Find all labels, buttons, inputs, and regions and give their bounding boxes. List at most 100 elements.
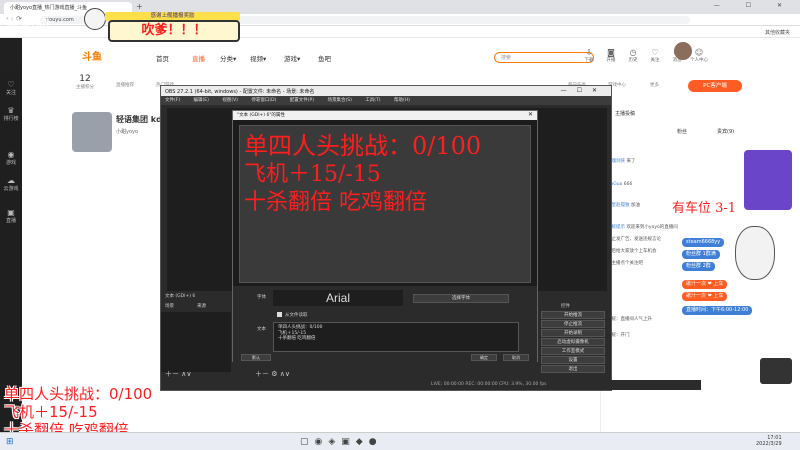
gamepad-icon: ◉ bbox=[7, 150, 15, 159]
taskbar-app-icons[interactable]: ▢◉◈▣◆● bbox=[300, 437, 383, 447]
ok-button[interactable]: 确定 bbox=[471, 354, 497, 361]
overlay-streamer-name: 宇甜甜 bbox=[6, 17, 51, 33]
obs-menu-help[interactable]: 帮助(H) bbox=[394, 98, 410, 103]
obs-titlebar[interactable]: OBS 27.2.1 (64-bit, windows) - 配置文件: 未命名… bbox=[161, 86, 611, 96]
obs-menu-edit[interactable]: 编辑(E) bbox=[194, 98, 209, 103]
cat-mascot-icon bbox=[84, 8, 106, 30]
obs-menubar: 文件(F) 编辑(E) 视图(V) 停靠窗口(D) 配置文件(P) 场景集合(S… bbox=[161, 96, 611, 105]
new-tab-button[interactable]: + bbox=[136, 2, 143, 11]
chat-message: 禁止发广告，发送违规言论 bbox=[607, 237, 661, 242]
overlay-tag: 粉丝群 1群满 bbox=[682, 250, 720, 259]
pc-client-button[interactable]: PC客户端 bbox=[688, 80, 742, 92]
streamer-name[interactable]: 小甜yoyo bbox=[116, 128, 138, 135]
nav-video[interactable]: 视频▾ bbox=[250, 53, 266, 63]
chat-message: 最后给大家放个上车机会 bbox=[607, 249, 657, 254]
chat-tab-submissions[interactable]: 主播投稿 bbox=[615, 110, 635, 117]
challenge-line-2: 飞机＋15/-15 bbox=[4, 403, 98, 421]
settings-button[interactable]: 设置 bbox=[541, 356, 605, 364]
trophy-icon: ♛ bbox=[7, 106, 15, 115]
text-input[interactable]: 单四人头挑战：0/100 飞机＋15/-15 十杀翻倍 吃鸡翻倍 bbox=[273, 322, 519, 352]
sidebar-item-games[interactable]: ◉ 游戏 bbox=[0, 150, 22, 166]
obs-menu-view[interactable]: 视图(V) bbox=[222, 98, 238, 103]
taskbar-clock[interactable]: 17:01 2022/3/29 bbox=[756, 435, 782, 447]
chat-tab-fans[interactable]: 粉丝 bbox=[677, 128, 687, 135]
camera-icon: ◙ bbox=[607, 48, 615, 57]
obs-menu-docks[interactable]: 停靠窗口(D) bbox=[251, 98, 276, 103]
stat-recommend[interactable]: 直播推荐 bbox=[116, 82, 134, 88]
header-follow[interactable]: ♡ 关注 bbox=[644, 48, 666, 64]
cloud-icon: ☁ bbox=[7, 176, 15, 185]
tv-icon: ▣ bbox=[7, 208, 15, 217]
header-history[interactable]: ◷ 历史 bbox=[622, 48, 644, 64]
windows-start-icon[interactable]: ⊞ bbox=[6, 437, 14, 447]
obs-statusbar: LIVE: 00:00:00 REC: 00:00:00 CPU: 3.9%, … bbox=[161, 380, 701, 390]
stop-stream-button[interactable]: 停止推流 bbox=[541, 320, 605, 328]
dialog-preview: 单四人头挑战：0/100 飞机＋15/-15 十杀翻倍 吃鸡翻倍 bbox=[239, 125, 531, 283]
nav-games[interactable]: 游戏▾ bbox=[284, 53, 300, 63]
sidebar-item-live[interactable]: ▣ 直播 bbox=[0, 208, 22, 224]
heart-icon: ♡ bbox=[7, 80, 15, 89]
overlay-tag: 歌汁一次 ❤ 上车 bbox=[682, 280, 728, 289]
exit-button[interactable]: 退出 bbox=[541, 365, 605, 373]
cat-mascot-icon bbox=[735, 226, 775, 280]
site-logo[interactable]: 斗鱼 bbox=[82, 48, 102, 63]
nav-home[interactable]: 首页 bbox=[156, 53, 169, 63]
stat-more[interactable]: 更多 bbox=[650, 82, 659, 88]
obs-source-add-remove[interactable]: ＋－ ⚙ ∧∨ bbox=[255, 369, 290, 379]
obs-scene-add-remove[interactable]: ＋－ ∧∨ bbox=[165, 369, 191, 379]
virtual-camera-button[interactable]: 启动虚拟摄像机 bbox=[541, 338, 605, 346]
choose-font-button[interactable]: 选择字体 bbox=[413, 294, 509, 303]
heart-icon: ♡ bbox=[651, 48, 659, 57]
header-start-live[interactable]: ◙ 开播 bbox=[600, 48, 622, 64]
promo-badge[interactable] bbox=[744, 150, 792, 210]
sidebar-item-follow[interactable]: ♡ 关注 bbox=[0, 80, 22, 96]
obs-menu-profile[interactable]: 配置文件(P) bbox=[290, 98, 314, 103]
start-stream-button[interactable]: 开始推流 bbox=[541, 311, 605, 319]
download-icon: ⇩ bbox=[585, 48, 593, 57]
obs-menu-file[interactable]: 文件(F) bbox=[165, 98, 180, 103]
overlay-tag: steam6668yy bbox=[682, 238, 725, 247]
dialog-properties: 字体 Arial 选择字体 从文件读取 文本 单四人头挑战：0/100 飞机＋1… bbox=[233, 286, 537, 362]
obs-dock-sources: 来源 bbox=[197, 304, 206, 309]
defaults-button[interactable]: 默认 bbox=[241, 354, 271, 361]
text-label: 文本 bbox=[257, 327, 266, 332]
sidebar-item-rank[interactable]: ♛ 排行榜 bbox=[0, 106, 22, 122]
font-label: 字体 bbox=[257, 295, 266, 300]
game-logo-icon bbox=[760, 358, 792, 384]
user-avatar[interactable] bbox=[674, 42, 692, 60]
preview-line-1: 单四人头挑战：0/100 bbox=[244, 132, 482, 160]
dialog-titlebar[interactable]: "文本 (GDI+) 6"的属性 ✕ bbox=[233, 111, 537, 120]
obs-dock-scenes: 场景 bbox=[165, 304, 174, 309]
nav-live[interactable]: 直播 bbox=[192, 53, 205, 63]
stat-points[interactable]: 12 主播积分 bbox=[76, 74, 94, 90]
obs-scene-list[interactable] bbox=[161, 312, 231, 372]
text-properties-dialog: "文本 (GDI+) 6"的属性 ✕ 单四人头挑战：0/100 飞机＋15/-1… bbox=[232, 110, 538, 362]
start-recording-button[interactable]: 开始录制 bbox=[541, 329, 605, 337]
chat-message: 系统：直播间人气上升 bbox=[607, 317, 652, 322]
nav-yuba[interactable]: 鱼吧 bbox=[318, 53, 331, 63]
close-icon[interactable]: ✕ bbox=[528, 111, 533, 118]
from-file-checkbox[interactable]: 从文件读取 bbox=[277, 312, 308, 318]
studio-mode-button[interactable]: 工作室模式 bbox=[541, 347, 605, 355]
bookmark-folder-other[interactable]: 其他收藏夹 bbox=[765, 29, 790, 36]
header-download[interactable]: ⇩ 下载 bbox=[578, 48, 600, 64]
overlay-tag: 直播时间：下午6:00-12:00 bbox=[682, 306, 753, 315]
windows-taskbar: ⊞ ▢◉◈▣◆● 17:01 2022/3/29 bbox=[0, 432, 800, 450]
obs-menu-tools[interactable]: 工具(T) bbox=[365, 98, 380, 103]
sidebar-item-cloudgame[interactable]: ☁ 云游戏 bbox=[0, 176, 22, 192]
obs-window-controls[interactable]: —☐✕ bbox=[561, 87, 607, 94]
obs-menu-scene-collection[interactable]: 场景集合(S) bbox=[327, 98, 351, 103]
nav-category[interactable]: 分类▾ bbox=[220, 53, 236, 63]
overlay-tag: 粉丝群 2群 bbox=[682, 262, 715, 271]
window-controls[interactable]: — ☐ ✕ bbox=[714, 2, 794, 9]
preview-line-2: 飞机＋15/-15 bbox=[244, 162, 381, 187]
obs-dock-controls: 控件 bbox=[561, 304, 570, 309]
obs-text-source-label: 文本 (GDI+) 6 bbox=[165, 294, 196, 299]
checkbox-icon bbox=[277, 312, 282, 317]
overlay-tag: 歌汁一次 ❤ 上车 bbox=[682, 292, 728, 301]
chat-tab-vip[interactable]: 贵宾(9) bbox=[717, 128, 734, 135]
history-icon: ◷ bbox=[629, 48, 637, 57]
overlay-challenge-text: 单四人头挑战：0/100 飞机＋15/-15 十杀翻倍 吃鸡翻倍 bbox=[4, 385, 152, 439]
cancel-button[interactable]: 取消 bbox=[503, 354, 529, 361]
streamer-avatar[interactable] bbox=[72, 112, 112, 152]
